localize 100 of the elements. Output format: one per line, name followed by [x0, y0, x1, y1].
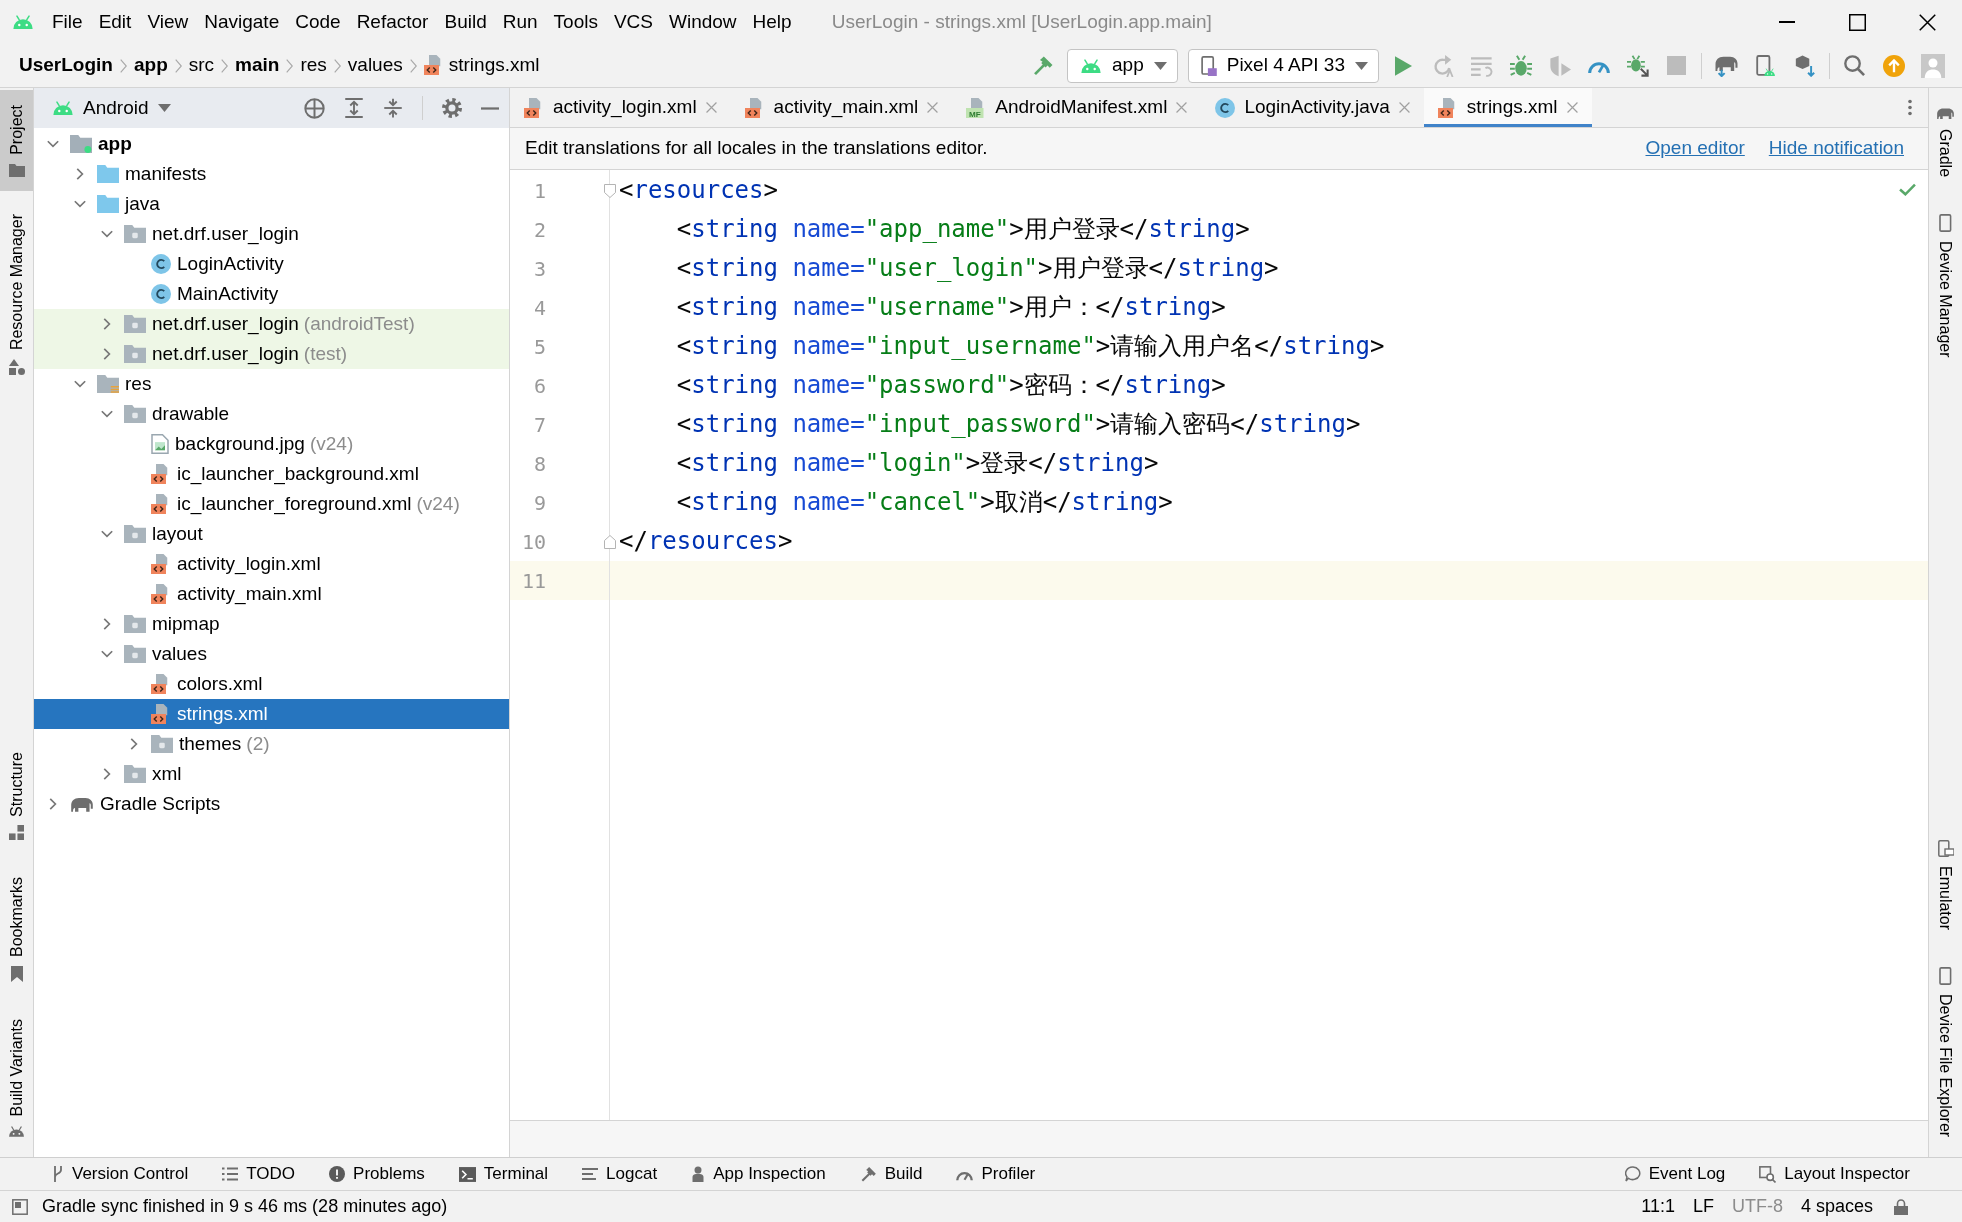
menu-item[interactable]: Edit: [90, 7, 140, 37]
tree-item[interactable]: app: [34, 129, 509, 159]
tool-window-button[interactable]: Logcat: [565, 1159, 675, 1189]
tool-window-tab[interactable]: Device Manager: [1929, 199, 1962, 372]
chevron-down-icon[interactable]: [101, 410, 113, 418]
editor-tab[interactable]: activity_login.xml: [510, 88, 731, 127]
square-icon[interactable]: [12, 1198, 28, 1215]
fold-marker-icon[interactable]: [604, 183, 616, 198]
hammer-icon[interactable]: [1031, 54, 1054, 77]
chevron-down-icon[interactable]: [101, 530, 113, 538]
tool-window-button[interactable]: App Inspection: [674, 1159, 843, 1189]
tree-item[interactable]: values: [34, 639, 509, 669]
tree-item[interactable]: xml: [34, 759, 509, 789]
menu-item[interactable]: Build: [436, 7, 495, 37]
tree-item[interactable]: themes (2): [34, 729, 509, 759]
tree-item[interactable]: layout: [34, 519, 509, 549]
chevron-down-icon[interactable]: [101, 650, 113, 658]
menu-item[interactable]: Help: [744, 7, 800, 37]
search-icon[interactable]: [1844, 55, 1865, 76]
tree-item[interactable]: activity_main.xml: [34, 579, 509, 609]
chevron-down-icon[interactable]: [74, 200, 86, 208]
menu-item[interactable]: Navigate: [196, 7, 288, 37]
tree-item[interactable]: net.drf.user_login (test): [34, 339, 509, 369]
settings-icon[interactable]: [442, 98, 462, 118]
editor-tab[interactable]: strings.xml: [1423, 88, 1592, 127]
status-widget[interactable]: 11:1: [1632, 1195, 1684, 1218]
tool-window-button[interactable]: Build: [842, 1159, 940, 1189]
breadcrumb-item[interactable]: main: [230, 52, 285, 79]
tree-item[interactable]: Gradle Scripts: [34, 789, 509, 819]
notification-link[interactable]: Hide notification: [1768, 137, 1904, 160]
tree-item[interactable]: manifests: [34, 159, 509, 189]
more-icon[interactable]: [1908, 99, 1912, 116]
tool-window-tab[interactable]: Bookmarks: [0, 862, 33, 997]
chevron-right-icon[interactable]: [130, 738, 138, 750]
tree-item[interactable]: ic_launcher_background.xml: [34, 459, 509, 489]
chevron-right-icon[interactable]: [103, 618, 111, 630]
tree-item[interactable]: MainActivity: [34, 279, 509, 309]
tree-item[interactable]: mipmap: [34, 609, 509, 639]
status-widget[interactable]: 4 spaces: [1791, 1195, 1882, 1218]
menu-item[interactable]: Run: [494, 7, 546, 37]
tool-window-tab[interactable]: Emulator: [1929, 824, 1962, 944]
breadcrumb-item[interactable]: UserLogin: [14, 52, 118, 79]
notification-link[interactable]: Open editor: [1645, 137, 1745, 160]
fold-marker-icon[interactable]: [604, 534, 616, 549]
tool-window-button[interactable]: Event Log: [1607, 1159, 1743, 1189]
tool-window-tab[interactable]: Structure: [0, 736, 33, 855]
chevron-right-icon[interactable]: [103, 768, 111, 780]
lock-icon[interactable]: [1894, 1198, 1908, 1215]
status-widget[interactable]: LF: [1683, 1195, 1723, 1218]
tree-item[interactable]: activity_login.xml: [34, 549, 509, 579]
menu-item[interactable]: Tools: [545, 7, 606, 37]
breadcrumb-item[interactable]: strings.xml: [418, 52, 545, 79]
collapse-all-icon[interactable]: [383, 98, 403, 118]
phone-android-icon[interactable]: [1755, 54, 1776, 77]
tool-window-button[interactable]: Terminal: [441, 1159, 566, 1189]
expand-all-icon[interactable]: [344, 98, 364, 118]
elephant-arrow-icon[interactable]: [1714, 54, 1739, 77]
tool-window-button[interactable]: Version Control: [35, 1159, 206, 1189]
close-icon[interactable]: [1918, 13, 1936, 31]
tool-window-button[interactable]: TODO: [205, 1159, 313, 1189]
chevron-down-icon[interactable]: [101, 230, 113, 238]
editor-tab[interactable]: LoginActivity.java: [1201, 88, 1424, 127]
tool-window-tab[interactable]: Device File Explorer: [1929, 951, 1962, 1151]
tree-item[interactable]: res: [34, 369, 509, 399]
chevron-right-icon[interactable]: [49, 798, 57, 810]
tree-item[interactable]: background.jpg (v24): [34, 429, 509, 459]
menu-item[interactable]: Code: [287, 7, 349, 37]
bug-arrow-icon[interactable]: [1626, 54, 1649, 77]
editor-tab[interactable]: MF AndroidManifest.xml: [952, 88, 1202, 127]
tree-item[interactable]: strings.xml: [34, 699, 509, 729]
chevron-right-icon[interactable]: [103, 318, 111, 330]
cube-arrow-icon[interactable]: [1794, 54, 1815, 77]
tool-window-tab[interactable]: Gradle: [1929, 92, 1962, 192]
minimize-icon[interactable]: [1778, 21, 1796, 23]
tool-window-tab[interactable]: Build Variants: [0, 1004, 33, 1151]
device-dropdown[interactable]: Pixel 4 API 33: [1187, 48, 1379, 83]
view-dropdown[interactable]: Android: [52, 96, 171, 120]
editor-tab[interactable]: activity_main.xml: [730, 88, 953, 127]
tool-window-button[interactable]: Profiler: [939, 1159, 1053, 1189]
breadcrumb-item[interactable]: values: [342, 52, 408, 79]
run-configuration-dropdown[interactable]: app: [1067, 48, 1178, 83]
tree-item[interactable]: LoginActivity: [34, 249, 509, 279]
chevron-right-icon[interactable]: [103, 348, 111, 360]
chevron-down-icon[interactable]: [74, 380, 86, 388]
tree-item[interactable]: drawable: [34, 399, 509, 429]
run-icon[interactable]: [1395, 55, 1412, 76]
crosshair-icon[interactable]: [304, 97, 325, 119]
bug-icon[interactable]: [1509, 54, 1532, 77]
breadcrumb-item[interactable]: res: [295, 52, 332, 79]
chevron-down-icon[interactable]: [47, 140, 59, 148]
menu-item[interactable]: View: [139, 7, 197, 37]
tree-item[interactable]: net.drf.user_login: [34, 219, 509, 249]
tree-item[interactable]: net.drf.user_login (androidTest): [34, 309, 509, 339]
tree-item[interactable]: java: [34, 189, 509, 219]
menu-item[interactable]: Refactor: [348, 7, 437, 37]
breadcrumb-item[interactable]: src: [183, 52, 220, 79]
tree-item[interactable]: ic_launcher_foreground.xml (v24): [34, 489, 509, 519]
tool-window-button[interactable]: Problems: [312, 1159, 442, 1189]
maximize-icon[interactable]: [1848, 13, 1866, 31]
menu-item[interactable]: File: [44, 7, 91, 37]
